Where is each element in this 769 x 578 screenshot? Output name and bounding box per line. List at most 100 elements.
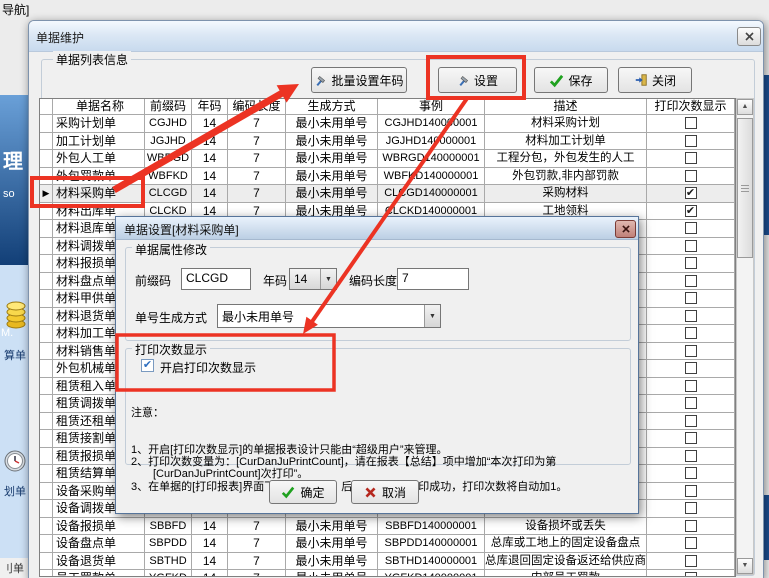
header-print-count[interactable]: 打印次数显示 [647,99,735,115]
print-count-checkbox[interactable] [685,152,697,164]
cell-yr[interactable]: 14 [192,535,228,553]
cell-gut[interactable] [40,395,53,413]
cell-gut[interactable] [40,133,53,151]
cell-gut[interactable] [40,360,53,378]
cell-gut[interactable]: ▶ [40,185,53,203]
cell-gut[interactable] [40,238,53,256]
cell-ex[interactable]: SBBFD140000001 [378,518,485,536]
cell-desc[interactable]: 内部员工罚款 [485,570,647,577]
cell-ex[interactable]: SBTHD140000001 [378,553,485,571]
print-count-checkbox[interactable] [685,537,697,549]
table-row[interactable]: 加工计划单JGJHD147最小未用单号JGJHD140000001材料加工计划单 [40,133,735,151]
cell-ex[interactable]: SBPDD140000001 [378,535,485,553]
print-count-checkbox[interactable] [685,502,697,514]
print-count-checkbox[interactable]: ✔ [685,205,697,217]
cell-gut[interactable] [40,168,53,186]
cell-mode[interactable]: 最小未用单号 [286,570,378,577]
cell-len[interactable]: 7 [228,185,286,203]
ok-button[interactable]: 确定 [269,480,337,504]
cell-name[interactable]: 加工计划单 [53,133,145,151]
cell-desc[interactable]: 总库或工地上的固定设备盘点 [485,535,647,553]
cell-name[interactable]: 设备盘点单 [53,535,145,553]
print-count-checkbox[interactable] [685,450,697,462]
cell-desc[interactable]: 总库退回固定设备返还给供应商 [485,553,647,571]
cell-gut[interactable] [40,448,53,466]
cell-gut[interactable] [40,553,53,571]
print-count-checkbox[interactable] [685,415,697,427]
prefix-input[interactable]: CLCGD [181,268,251,290]
cell-desc[interactable]: 材料加工计划单 [485,133,647,151]
setup-button[interactable]: 设置 [438,67,517,93]
cell-pre[interactable]: SBTHD [145,553,192,571]
print-count-checkbox[interactable] [685,310,697,322]
cell-ex[interactable]: WBFKD140000001 [378,168,485,186]
cell-gut[interactable] [40,308,53,326]
cell-gut[interactable] [40,413,53,431]
table-row[interactable]: 员工罚款单YGFKD147最小未用单号YGFKD140000001内部员工罚款 [40,570,735,577]
enable-print-count-checkbox[interactable]: ✔ [141,359,154,372]
cell-name[interactable]: 外包人工单 [53,150,145,168]
cancel-button[interactable]: 取消 [351,480,419,504]
cell-len[interactable]: 7 [228,570,286,577]
cell-name[interactable]: 设备退货单 [53,553,145,571]
print-count-checkbox[interactable] [685,380,697,392]
table-row[interactable]: 设备退货单SBTHD147最小未用单号SBTHD140000001总库退回固定设… [40,553,735,571]
cell-gut[interactable] [40,378,53,396]
cell-desc[interactable]: 设备损坏或丢失 [485,518,647,536]
cell-ex[interactable]: YGFKD140000001 [378,570,485,577]
cell-gut[interactable] [40,430,53,448]
header-prefix[interactable]: 前缀码 [145,99,192,115]
chevron-down-icon[interactable]: ▼ [424,305,440,327]
cell-gut[interactable] [40,290,53,308]
print-count-checkbox[interactable]: ✔ [685,187,697,199]
scrollbar-up-button[interactable]: ▲ [737,99,753,115]
cell-mode[interactable]: 最小未用单号 [286,553,378,571]
print-count-checkbox[interactable] [685,275,697,287]
cell-yr[interactable]: 14 [192,185,228,203]
print-count-checkbox[interactable] [685,362,697,374]
cell-pre[interactable]: WBRGD [145,150,192,168]
cell-gut[interactable] [40,325,53,343]
cell-len[interactable]: 7 [228,133,286,151]
window-titlebar[interactable]: 单据维护 [29,21,763,52]
cell-ex[interactable]: JGJHD140000001 [378,133,485,151]
chevron-down-icon[interactable]: ▼ [320,269,336,289]
cell-yr[interactable]: 14 [192,133,228,151]
cell-ex[interactable]: CGJHD140000001 [378,115,485,133]
print-count-checkbox[interactable] [685,555,697,567]
cell-gut[interactable] [40,203,53,221]
scrollbar-down-button[interactable]: ▼ [737,558,753,574]
cell-gut[interactable] [40,220,53,238]
table-row[interactable]: 设备报损单SBBFD147最小未用单号SBBFD140000001设备损坏或丢失 [40,518,735,536]
cell-desc[interactable]: 工程分包，外包发生的人工 [485,150,647,168]
cell-name[interactable]: 采购计划单 [53,115,145,133]
year-combobox[interactable]: 14 ▼ [289,268,337,290]
genmode-combobox[interactable]: 最小未用单号 ▼ [217,304,441,328]
cell-mode[interactable]: 最小未用单号 [286,150,378,168]
cell-gut[interactable] [40,535,53,553]
scrollbar-thumb[interactable] [737,118,753,258]
cell-ex[interactable]: WBRGD140000001 [378,150,485,168]
print-count-checkbox[interactable] [685,432,697,444]
print-count-checkbox[interactable] [685,257,697,269]
cell-gut[interactable] [40,150,53,168]
cell-pre[interactable]: JGJHD [145,133,192,151]
cell-yr[interactable]: 14 [192,150,228,168]
cell-len[interactable]: 7 [228,115,286,133]
cell-gut[interactable] [40,500,53,518]
cell-len[interactable]: 7 [228,553,286,571]
cell-pre[interactable]: CGJHD [145,115,192,133]
print-count-checkbox[interactable] [685,467,697,479]
cell-gut[interactable] [40,255,53,273]
cell-yr[interactable]: 14 [192,570,228,577]
cell-mode[interactable]: 最小未用单号 [286,133,378,151]
print-count-checkbox[interactable] [685,572,697,577]
cell-mode[interactable]: 最小未用单号 [286,518,378,536]
cell-ex[interactable]: CLCGD140000001 [378,185,485,203]
cell-len[interactable]: 7 [228,535,286,553]
header-year[interactable]: 年码 [192,99,228,115]
cell-yr[interactable]: 14 [192,518,228,536]
cell-pre[interactable]: SBPDD [145,535,192,553]
print-count-checkbox[interactable] [685,222,697,234]
window-close-button[interactable] [737,27,761,46]
